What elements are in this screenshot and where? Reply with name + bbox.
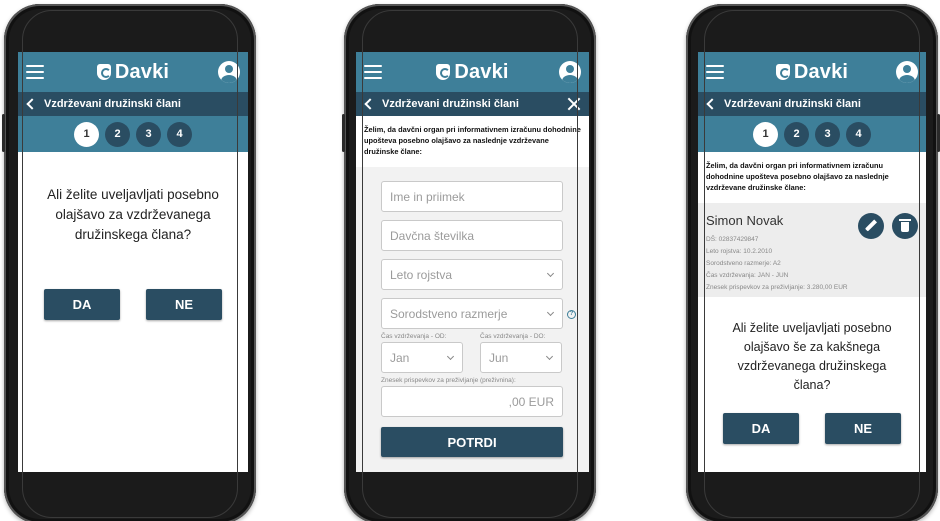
step-1[interactable]: 1	[74, 121, 99, 147]
period-to-select[interactable]: Jun	[480, 342, 562, 373]
delete-trash-icon[interactable]	[892, 213, 918, 239]
chevron-down-icon	[546, 269, 555, 278]
shield-logo-icon	[96, 64, 111, 80]
menu-icon[interactable]	[706, 65, 724, 79]
logo: Davki	[96, 60, 170, 84]
help-icon[interactable]: ?	[567, 310, 576, 319]
yes-button[interactable]: DA	[723, 413, 799, 444]
shield-logo-icon	[436, 64, 451, 80]
relation-placeholder: Sorodstveno razmerje	[390, 306, 508, 321]
chevron-down-icon	[545, 352, 554, 361]
menu-icon[interactable]	[364, 65, 382, 79]
app-bar: Davki	[698, 52, 926, 92]
section-bar: Vzdrževani družinski člani	[698, 92, 926, 116]
question-text: Ali želite uveljavljati posebno olajšavo…	[732, 321, 892, 392]
chevron-down-icon	[546, 308, 555, 317]
logo-text: Davki	[114, 60, 170, 83]
edit-pencil-icon[interactable]	[858, 213, 884, 239]
amount-placeholder: ,00 EUR	[508, 394, 554, 409]
step-2[interactable]: 2	[105, 121, 130, 147]
amount-input[interactable]: ,00 EUR	[381, 386, 563, 417]
step-2[interactable]: 2	[784, 121, 809, 147]
volume-button	[342, 114, 345, 152]
screen-3: Davki Vzdrževani družinski člani 1 2 3 4…	[698, 52, 926, 472]
yes-button[interactable]: DA	[44, 289, 120, 320]
member-tax-number: DŠ: 02837429847	[706, 236, 759, 243]
period-from: Čas vzdrževanja - OD: Jan	[381, 333, 463, 377]
menu-icon[interactable]	[26, 65, 44, 79]
answer-buttons: DA NE	[18, 289, 248, 320]
back-arrow-icon[interactable]	[26, 98, 38, 110]
step-4[interactable]: 4	[846, 121, 871, 147]
amount-label: Znesek prispevkov za preživljanje (preži…	[381, 377, 516, 384]
back-arrow-icon[interactable]	[706, 98, 718, 110]
relation-select[interactable]: Sorodstveno razmerje ?	[381, 298, 576, 329]
step-3[interactable]: 3	[815, 121, 840, 147]
logo-text: Davki	[454, 60, 509, 83]
period-to-label: Čas vzdrževanja - DO:	[480, 333, 546, 340]
answer-buttons: DA NE	[698, 413, 926, 444]
phone-frame-3: Davki Vzdrževani družinski člani 1 2 3 4…	[686, 4, 940, 521]
step-4[interactable]: 4	[167, 121, 192, 147]
intro-text: Želim, da davčni organ pri informativnem…	[706, 161, 889, 192]
user-icon[interactable]	[218, 61, 240, 83]
member-period: Čas vzdrževanja: JAN - JUN	[706, 272, 789, 279]
shield-logo-icon	[775, 64, 790, 80]
chevron-down-icon	[446, 352, 455, 361]
period-to: Čas vzdrževanja - DO: Jun	[480, 333, 562, 377]
user-icon[interactable]	[896, 61, 918, 83]
section-bar: Vzdrževani družinski člani	[356, 92, 589, 116]
volume-button	[2, 114, 5, 152]
section-bar: Vzdrževani družinski člani	[18, 92, 248, 116]
stepper: 1 2 3 4	[18, 116, 248, 152]
no-button[interactable]: NE	[146, 289, 222, 320]
phone-frame-1: Davki Vzdrževani družinski člani 1 2 3 4…	[2, 4, 256, 521]
period-from-label: Čas vzdrževanja - OD:	[381, 333, 447, 340]
user-icon[interactable]	[559, 61, 581, 83]
screen-1: Davki Vzdrževani družinski člani 1 2 3 4…	[18, 52, 248, 472]
screen-2: Davki Vzdrževani družinski člani Želim, …	[356, 52, 589, 472]
member-birth: Leto rojstva: 10.2.2010	[706, 248, 773, 255]
no-button[interactable]: NE	[825, 413, 901, 444]
question-text: Ali želite uveljavljati posebno olajšavo…	[47, 187, 219, 242]
member-form: Ime in priimek Davčna številka Leto rojs…	[356, 167, 589, 457]
step-1[interactable]: 1	[753, 121, 778, 147]
close-icon[interactable]	[567, 97, 581, 111]
name-input[interactable]: Ime in priimek	[381, 181, 563, 212]
logo: Davki	[775, 60, 849, 84]
period-row: Čas vzdrževanja - OD: Jan Čas vzdrževanj…	[381, 333, 589, 377]
member-amount: Znesek prispevkov za preživljanje: 3.280…	[706, 284, 848, 291]
intro-text: Želim, da davčni organ pri informativnem…	[356, 116, 589, 167]
section-title: Vzdrževani družinski člani	[724, 98, 861, 110]
section-title: Vzdrževani družinski člani	[382, 98, 519, 110]
member-relation: Sorodstveno razmerje: A2	[706, 260, 781, 267]
birth-year-placeholder: Leto rojstva	[390, 267, 453, 282]
step-3[interactable]: 3	[136, 121, 161, 147]
section-title: Vzdrževani družinski člani	[44, 98, 181, 110]
stepper: 1 2 3 4	[698, 116, 926, 152]
period-from-value: Jan	[390, 350, 410, 365]
logo-text: Davki	[793, 60, 849, 83]
tax-number-input[interactable]: Davčna številka	[381, 220, 563, 251]
confirm-button[interactable]: POTRDI	[381, 427, 563, 457]
phone-frame-2: Davki Vzdrževani družinski člani Želim, …	[342, 4, 596, 521]
app-bar: Davki	[18, 52, 248, 92]
logo: Davki	[436, 61, 508, 84]
period-from-select[interactable]: Jan	[381, 342, 463, 373]
member-card: Simon Novak DŠ: 02837429847 Leto rojstva…	[698, 203, 926, 297]
birth-year-select[interactable]: Leto rojstva	[381, 259, 563, 290]
period-to-value: Jun	[489, 350, 509, 365]
app-bar: Davki	[356, 52, 589, 92]
back-arrow-icon[interactable]	[364, 98, 376, 110]
